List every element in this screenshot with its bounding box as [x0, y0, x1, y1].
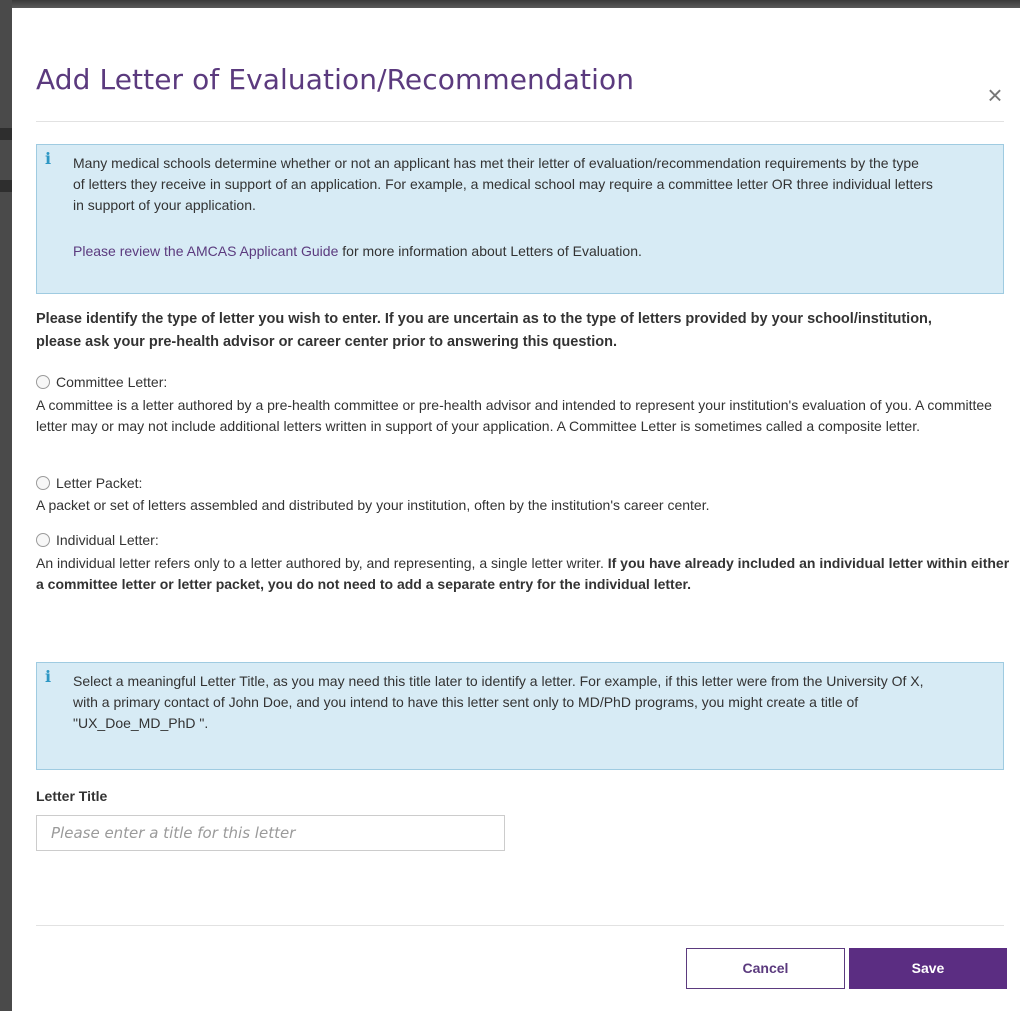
applicant-guide-line: Please review the AMCAS Applicant Guide … [73, 241, 933, 262]
close-icon[interactable]: × [984, 82, 1006, 108]
info-icon: i [44, 149, 52, 168]
modal-title: Add Letter of Evaluation/Recommendation [36, 63, 635, 96]
letter-title-input[interactable] [36, 815, 505, 851]
individual-letter-option[interactable]: Individual Letter: [36, 530, 159, 550]
backdrop-fragment [0, 128, 12, 140]
cancel-button[interactable]: Cancel [686, 948, 845, 989]
info-icon: i [44, 667, 52, 686]
backdrop-fragment [0, 180, 12, 192]
footer-divider [36, 925, 1004, 926]
letter-packet-option[interactable]: Letter Packet: [36, 473, 142, 493]
letter-packet-radio[interactable] [36, 476, 50, 490]
letters-info-text: Many medical schools determine whether o… [73, 155, 933, 213]
individual-letter-label[interactable]: Individual Letter: [56, 532, 159, 548]
committee-letter-radio[interactable] [36, 375, 50, 389]
committee-letter-description: A committee is a letter authored by a pr… [36, 397, 992, 434]
letter-packet-description: A packet or set of letters assembled and… [36, 497, 710, 513]
applicant-guide-suffix: for more information about Letters of Ev… [338, 243, 642, 259]
letters-info-alert: i Many medical schools determine whether… [36, 144, 1004, 294]
letter-packet-label[interactable]: Letter Packet: [56, 475, 142, 491]
add-letter-modal: Add Letter of Evaluation/Recommendation … [12, 8, 1020, 1011]
letter-title-label: Letter Title [36, 788, 108, 804]
header-divider [36, 121, 1004, 122]
save-button[interactable]: Save [849, 948, 1007, 989]
individual-letter-radio[interactable] [36, 533, 50, 547]
committee-letter-label[interactable]: Committee Letter: [56, 374, 167, 390]
committee-letter-option[interactable]: Committee Letter: [36, 372, 167, 392]
letter-type-question: Please identify the type of letter you w… [36, 311, 932, 350]
page-backdrop-top [0, 0, 1020, 8]
letter-title-info-alert: i Select a meaningful Letter Title, as y… [36, 662, 1004, 770]
individual-letter-description: An individual letter refers only to a le… [36, 553, 1011, 595]
applicant-guide-link[interactable]: Please review the AMCAS Applicant Guide [73, 243, 338, 259]
letter-title-info-text: Select a meaningful Letter Title, as you… [73, 673, 924, 731]
page-backdrop-left [0, 0, 12, 1011]
individual-letter-description-text: An individual letter refers only to a le… [36, 555, 608, 571]
